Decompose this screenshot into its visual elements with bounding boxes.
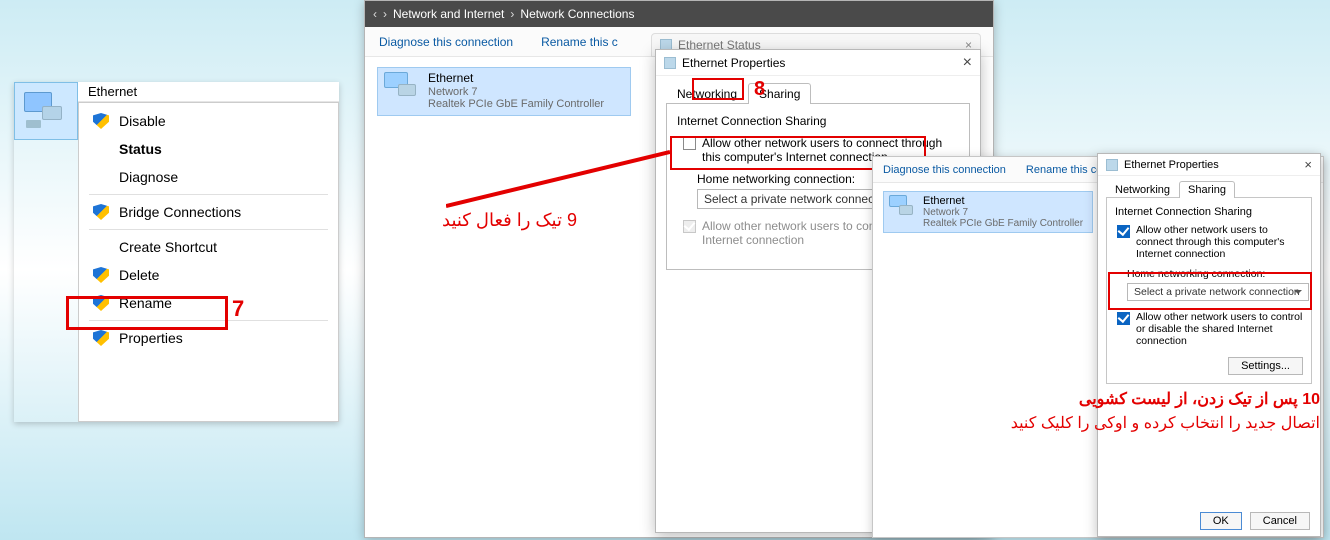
window-titlebar: ‹ › Network and Internet › Network Conne… — [365, 1, 993, 27]
allow-control-row[interactable]: Allow other network users to control or … — [1117, 311, 1303, 347]
checkbox-label: Allow other network users to control or … — [1136, 311, 1303, 347]
adapter-name: Ethernet — [923, 195, 1083, 207]
checkbox-checked-icon[interactable] — [1117, 225, 1130, 238]
breadcrumb-seg[interactable]: Network and Internet — [393, 7, 504, 21]
ctx-label: Bridge Connections — [119, 204, 241, 220]
chevron-right-icon: › — [510, 7, 514, 21]
adapter-item[interactable]: Ethernet Network 7 Realtek PCIe GbE Fami… — [883, 191, 1093, 233]
adapter-network: Network 7 — [428, 86, 604, 99]
tab-networking[interactable]: Networking — [1106, 181, 1179, 198]
tab-sharing[interactable]: Sharing — [1179, 181, 1235, 198]
right-network-window: Diagnose this connection Rename this co … — [872, 156, 1324, 538]
ctx-label: Delete — [119, 267, 159, 283]
shield-icon — [93, 295, 109, 311]
dialog-title: Ethernet Properties — [682, 56, 785, 70]
adapter-item[interactable]: Ethernet Network 7 Realtek PCIe GbE Fami… — [377, 67, 631, 116]
network-adapter-icon — [664, 57, 676, 69]
context-menu-panel: Ethernet Disable Status Diagnose Bridge … — [14, 82, 339, 422]
cancel-button[interactable]: Cancel — [1250, 512, 1310, 530]
ctx-properties[interactable]: Properties — [79, 324, 338, 352]
ethernet-properties-dialog-2: Ethernet Properties × Networking Sharing… — [1097, 153, 1321, 537]
ctx-create-shortcut[interactable]: Create Shortcut — [79, 233, 338, 261]
shield-icon — [93, 330, 109, 346]
spacer-icon — [93, 141, 109, 157]
shield-icon — [93, 267, 109, 283]
group-title: Internet Connection Sharing — [1115, 206, 1303, 218]
separator — [89, 229, 328, 230]
context-menu-title: Ethernet — [78, 82, 339, 102]
checkbox-label: Allow other network users to connect thr… — [1136, 224, 1303, 260]
network-adapter-icon — [384, 72, 420, 108]
dialog-title: Ethernet Properties — [1124, 159, 1219, 171]
dialog-titlebar: Ethernet Properties × — [656, 50, 980, 76]
breadcrumb-seg[interactable]: Network Connections — [520, 7, 634, 21]
annotation-number-7: 7 — [232, 296, 244, 322]
ctx-disable[interactable]: Disable — [79, 107, 338, 135]
annotation-number-8: 8 — [754, 78, 765, 101]
separator — [89, 194, 328, 195]
toolbar-rename[interactable]: Rename this c — [541, 35, 618, 49]
ctx-label: Properties — [119, 330, 183, 346]
ctx-rename[interactable]: Rename — [79, 289, 338, 317]
adapter-device: Realtek PCIe GbE Family Controller — [923, 218, 1083, 229]
chevron-left-icon[interactable]: ‹ — [373, 7, 377, 21]
checkbox-checked-icon — [683, 220, 696, 233]
adapter-network: Network 7 — [923, 207, 1083, 218]
spacer-icon — [93, 239, 109, 255]
annotation-box-10 — [1108, 272, 1312, 310]
network-adapter-icon — [889, 195, 917, 223]
separator — [89, 320, 328, 321]
toolbar-diagnose[interactable]: Diagnose this connection — [883, 164, 1006, 176]
dialog-buttons: OK Cancel — [1098, 512, 1320, 530]
ctx-label: Create Shortcut — [119, 239, 217, 255]
annotation-text-10: 10 پس از تیک زدن، از لیست کشویی اتصال جد… — [910, 388, 1320, 436]
ctx-label: Diagnose — [119, 169, 178, 185]
close-icon[interactable]: × — [963, 54, 972, 72]
group-title: Internet Connection Sharing — [677, 114, 959, 128]
network-adapter-icon — [1106, 159, 1118, 171]
ctx-status[interactable]: Status — [79, 135, 338, 163]
shield-icon — [93, 204, 109, 220]
ctx-label: Disable — [119, 113, 166, 129]
annotation-text-9: 9 تیک را فعال کنید — [442, 210, 577, 231]
annotation-box-8 — [692, 78, 744, 100]
close-icon[interactable]: × — [1304, 157, 1312, 172]
ctx-label: Status — [119, 141, 162, 157]
checkbox-checked-icon[interactable] — [1117, 312, 1130, 325]
adapter-device: Realtek PCIe GbE Family Controller — [428, 98, 604, 111]
dialog-titlebar: Ethernet Properties × — [1098, 154, 1320, 176]
chevron-right-icon: › — [383, 7, 387, 21]
allow-connect-row[interactable]: Allow other network users to connect thr… — [1117, 224, 1303, 260]
settings-button[interactable]: Settings... — [1228, 357, 1303, 375]
adapter-name: Ethernet — [428, 72, 604, 86]
context-menu: Disable Status Diagnose Bridge Connectio… — [78, 102, 339, 422]
ctx-bridge[interactable]: Bridge Connections — [79, 198, 338, 226]
ctx-label: Rename — [119, 295, 172, 311]
adapter-thumbnail[interactable] — [14, 82, 78, 140]
toolbar-diagnose[interactable]: Diagnose this connection — [379, 35, 513, 49]
shield-icon — [93, 113, 109, 129]
tabs: Networking Sharing — [1098, 176, 1320, 197]
spacer-icon — [93, 169, 109, 185]
ctx-delete[interactable]: Delete — [79, 261, 338, 289]
ctx-diagnose[interactable]: Diagnose — [79, 163, 338, 191]
network-adapter-icon — [24, 92, 68, 130]
ok-button[interactable]: OK — [1200, 512, 1242, 530]
toolbar-rename[interactable]: Rename this co — [1026, 164, 1102, 176]
